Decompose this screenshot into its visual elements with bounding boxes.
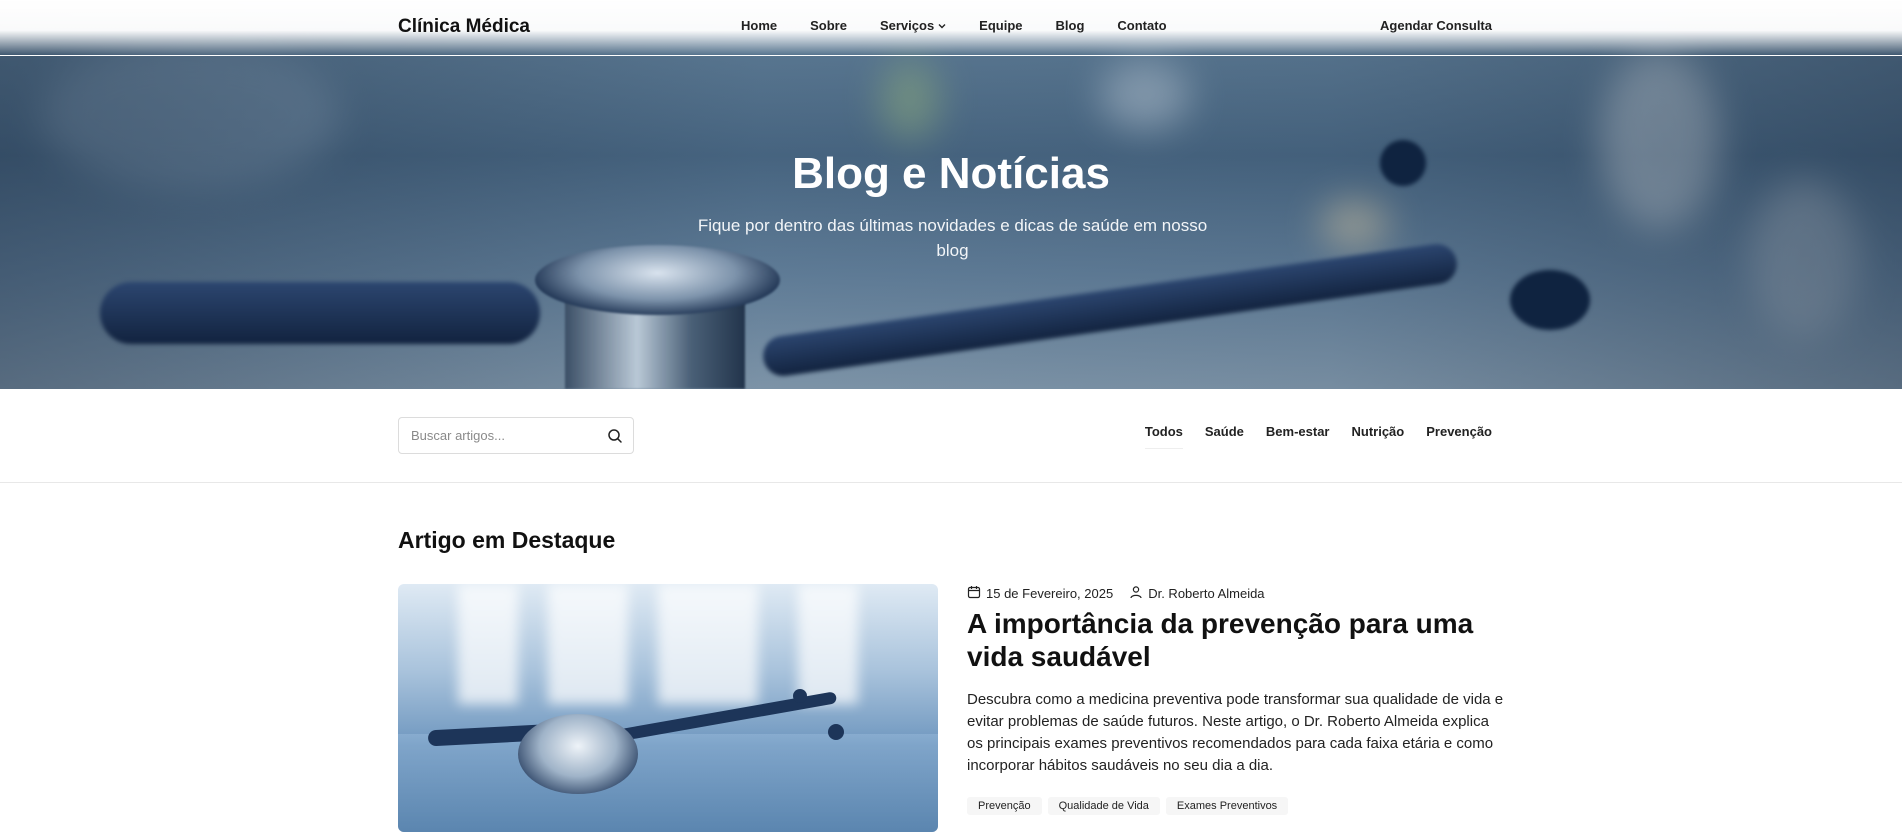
schedule-appointment-button[interactable]: Agendar Consulta bbox=[1380, 18, 1492, 33]
main-menu: Home Sobre Serviços Equipe Blog Contato bbox=[741, 18, 1200, 33]
calendar-icon bbox=[967, 585, 986, 602]
hero-title: Blog e Notícias bbox=[792, 149, 1110, 198]
featured-article-title[interactable]: A importância da prevenção para uma vida… bbox=[967, 607, 1487, 673]
nav-item-blog[interactable]: Blog bbox=[1056, 18, 1085, 33]
category-saude[interactable]: Saúde bbox=[1205, 424, 1244, 449]
image-window-light bbox=[458, 584, 518, 704]
hero-subtitle: Fique por dentro das últimas novidades e… bbox=[697, 216, 1208, 260]
article-meta: 15 de Fevereiro, 2025 Dr. Roberto Almeid… bbox=[967, 585, 1265, 602]
nav-item-servicos-label: Serviços bbox=[879, 18, 935, 33]
stethoscope-earpiece bbox=[1510, 270, 1590, 330]
featured-article-description: Descubra como a medicina preventiva pode… bbox=[967, 691, 1504, 774]
top-navbar: Clínica Médica Home Sobre Serviços Equip… bbox=[0, 0, 1902, 56]
nav-item-equipe[interactable]: Equipe bbox=[979, 18, 1022, 33]
image-window-light bbox=[798, 584, 858, 704]
search-box bbox=[398, 417, 634, 454]
category-nutricao[interactable]: Nutrição bbox=[1352, 424, 1405, 449]
nav-item-contato[interactable]: Contato bbox=[1117, 18, 1166, 33]
image-window-light bbox=[658, 584, 758, 704]
stethoscope-earpiece bbox=[828, 724, 844, 740]
stethoscope-chestpiece bbox=[518, 714, 638, 794]
search-icon[interactable] bbox=[607, 428, 623, 444]
nav-item-sobre[interactable]: Sobre bbox=[810, 18, 847, 33]
article-date: 15 de Fevereiro, 2025 bbox=[986, 586, 1114, 601]
tag-prevencao[interactable]: Prevenção bbox=[967, 797, 1042, 815]
article-author[interactable]: Dr. Roberto Almeida bbox=[1148, 586, 1264, 601]
search-input[interactable] bbox=[399, 418, 599, 453]
nav-item-home[interactable]: Home bbox=[741, 18, 777, 33]
user-icon bbox=[1129, 585, 1148, 602]
tag-qualidade-de-vida[interactable]: Qualidade de Vida bbox=[1047, 797, 1160, 815]
image-window-light bbox=[548, 584, 628, 704]
featured-article-image[interactable] bbox=[398, 584, 938, 832]
category-prevencao[interactable]: Prevenção bbox=[1426, 424, 1492, 449]
nav-item-servicos[interactable]: Serviços bbox=[880, 18, 946, 33]
image-floor bbox=[398, 734, 938, 832]
chevron-down-icon bbox=[938, 21, 946, 31]
section-title: Artigo em Destaque bbox=[398, 527, 616, 553]
brand-logo[interactable]: Clínica Médica bbox=[398, 16, 530, 38]
stethoscope-tube bbox=[100, 282, 540, 344]
stethoscope-earpiece bbox=[793, 689, 807, 703]
category-bem-estar[interactable]: Bem-estar bbox=[1266, 424, 1330, 449]
article-tags: Prevenção Qualidade de Vida Exames Preve… bbox=[967, 797, 1294, 815]
category-filters: Todos Saúde Bem-estar Nutrição Prevenção bbox=[1123, 415, 1492, 449]
tag-exames-preventivos[interactable]: Exames Preventivos bbox=[1165, 797, 1289, 815]
category-todos[interactable]: Todos bbox=[1132, 415, 1195, 449]
filter-bar: Todos Saúde Bem-estar Nutrição Prevenção bbox=[0, 389, 1902, 483]
